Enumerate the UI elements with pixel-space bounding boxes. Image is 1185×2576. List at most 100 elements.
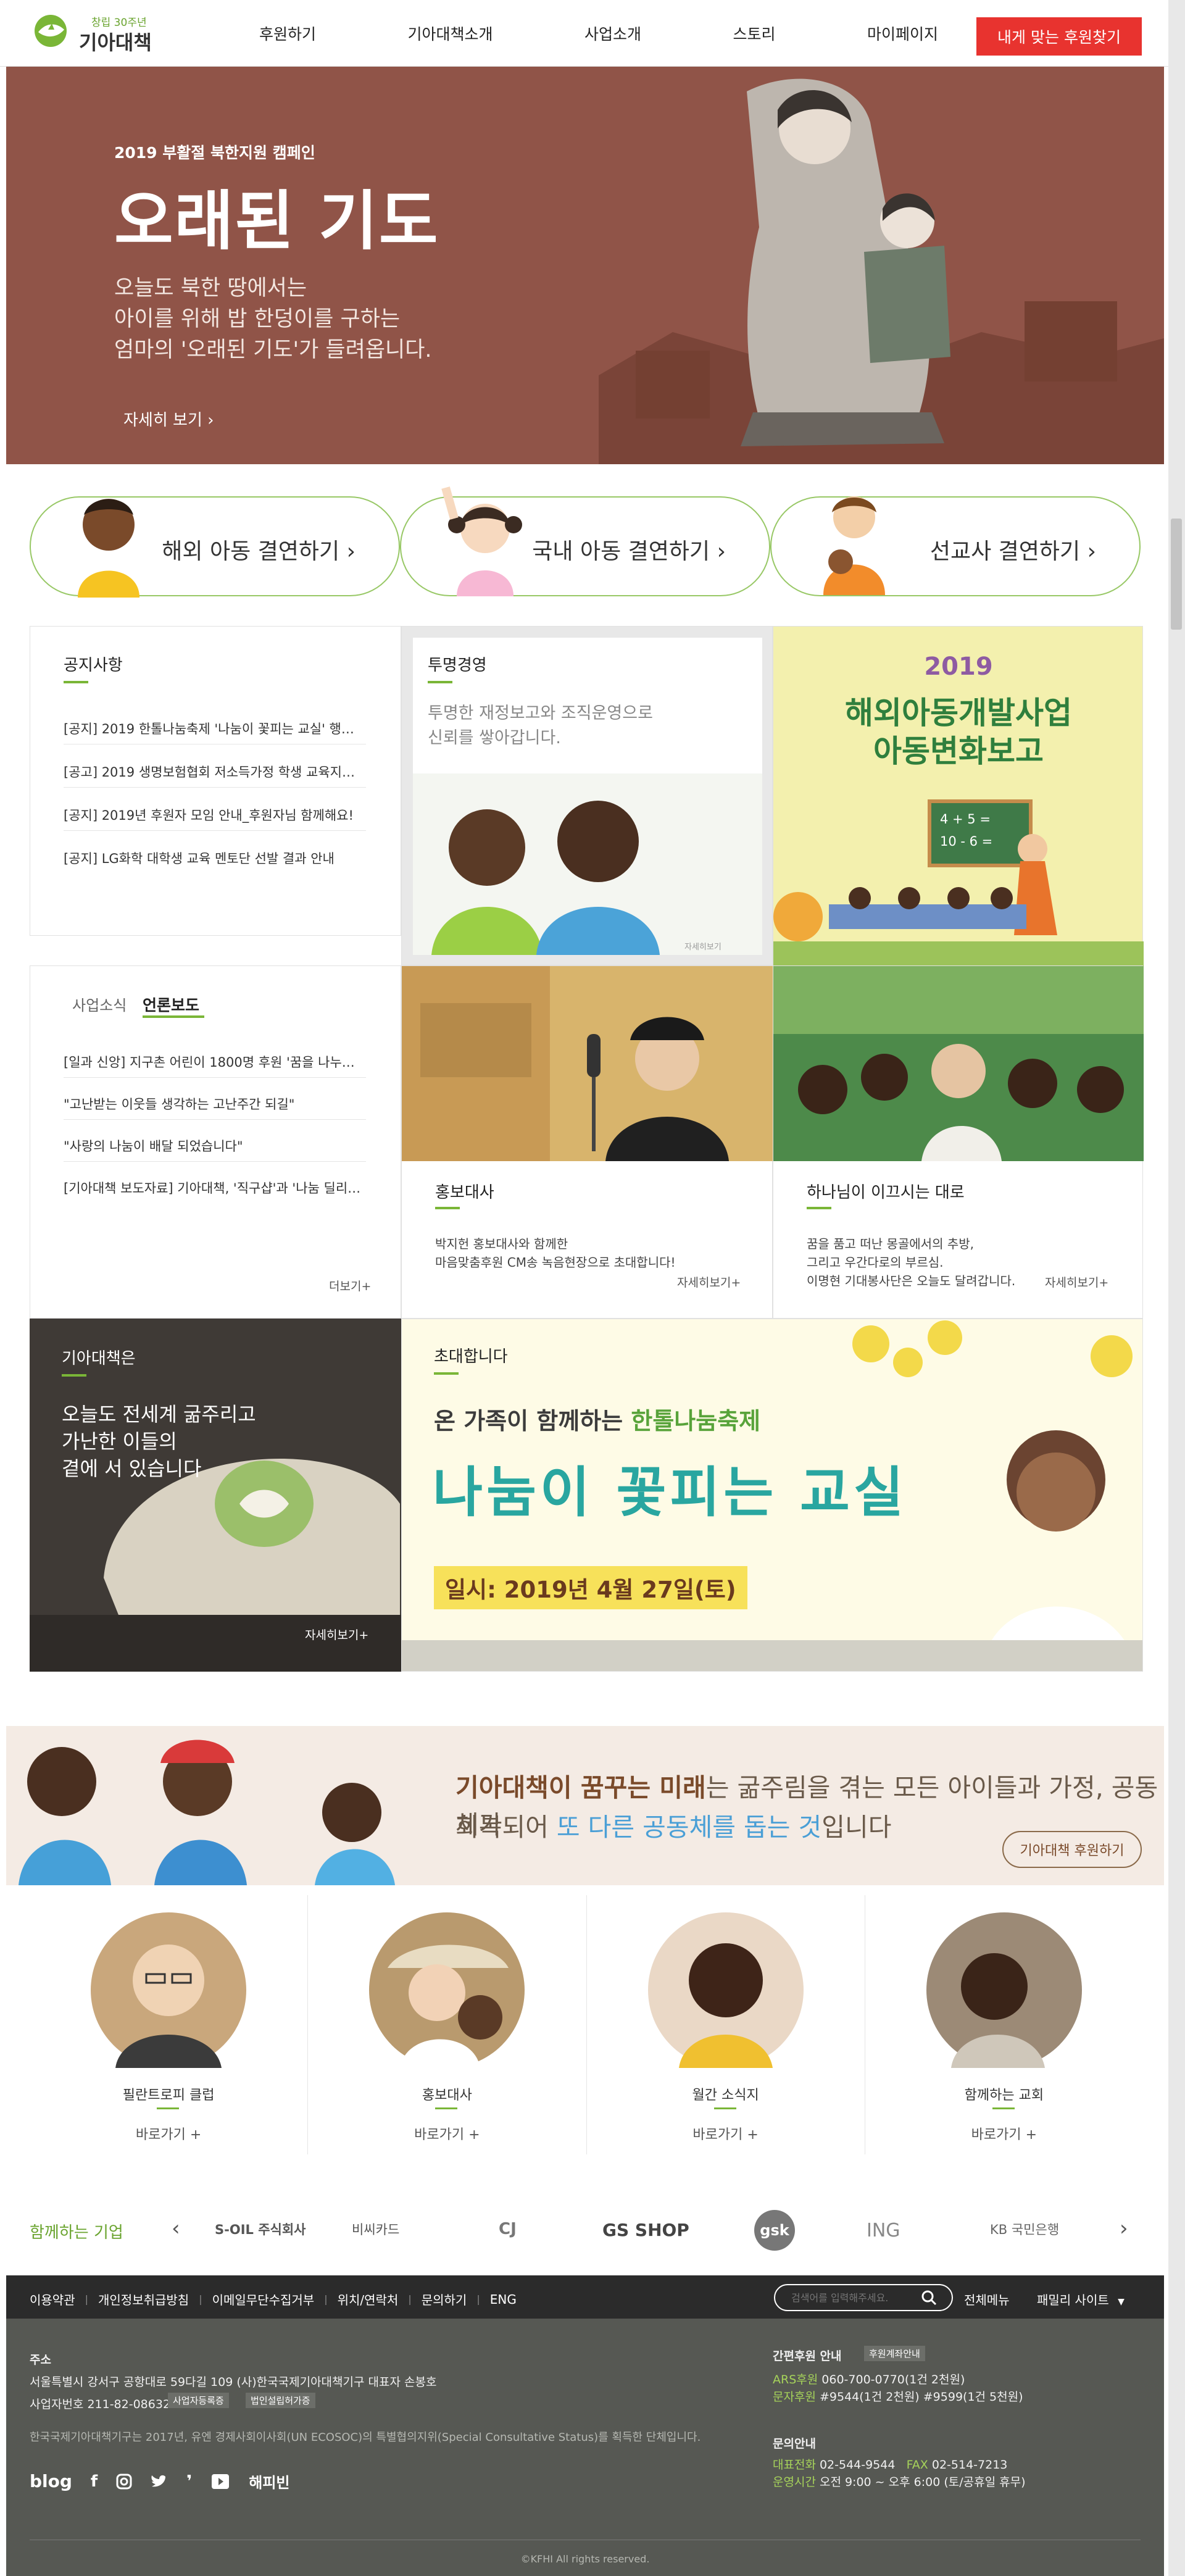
- quicklink-title: 필란트로피 클럽: [122, 2088, 215, 2103]
- partner-logo-gsk[interactable]: gsk: [754, 2210, 795, 2251]
- recording-studio-photo: [402, 966, 773, 1161]
- notice-item[interactable]: [공지] 2019 한톨나눔축제 '나눔이 꽃피는 교실' 행사 신...: [64, 719, 366, 738]
- notice-item[interactable]: [공고] 2019 생명보험협회 저소득가정 학생 교육지원사...: [64, 762, 366, 781]
- footer-link-email[interactable]: 이메일무단수집거부: [212, 2290, 315, 2308]
- pill-domestic[interactable]: 국내 아동 결연하기 ›: [400, 486, 770, 596]
- partner-logo-soil[interactable]: S-OIL 주식회사: [215, 2220, 306, 2238]
- quicklink-newsletter[interactable]: 월간 소식지 바로가기 +: [587, 1895, 865, 2154]
- youtube-icon[interactable]: [210, 2472, 230, 2491]
- quicklink-link[interactable]: 바로가기 +: [587, 2124, 865, 2143]
- transparency-card: 투명경영 투명한 재정보고와 조직운영으로 신뢰를 쌓아갑니다. 자세히보기: [413, 638, 762, 955]
- press-more-link[interactable]: 더보기+: [329, 1277, 371, 1294]
- ambassador-more-link[interactable]: 자세히보기+: [677, 1273, 741, 1290]
- corporation-permit-badge[interactable]: 법인설립허가증: [246, 2393, 315, 2408]
- press-item[interactable]: [일과 신앙] 지구촌 어린이 1800명 후원 '꿈을 나누는 기...: [64, 1052, 366, 1071]
- quicklink-link[interactable]: 바로가기 +: [308, 2124, 586, 2143]
- footer-link-contact[interactable]: 문의하기: [422, 2290, 467, 2308]
- search-icon[interactable]: [921, 2290, 937, 2306]
- partner-logo-bccard[interactable]: 비씨카드: [352, 2220, 399, 2238]
- tab-business-news[interactable]: 사업소식: [72, 993, 127, 1015]
- twitter-icon[interactable]: [151, 2474, 168, 2489]
- partner-logo-cj[interactable]: CJ: [499, 2220, 517, 2238]
- accent-bar: [62, 1374, 86, 1377]
- pill-overseas[interactable]: 해외 아동 결연하기 ›: [30, 496, 400, 598]
- press-item[interactable]: "고난받는 이웃들 생각하는 고난주간 되길": [64, 1094, 366, 1113]
- press-item[interactable]: "사랑의 나눔이 배달 되었습니다": [64, 1136, 366, 1155]
- press-item[interactable]: [기아대책 보도자료] 기아대책, '직구샵'과 '나눔 딜리버...: [64, 1178, 366, 1197]
- invite-subtitle: 온 가족이 함께하는 한톨나눔축제: [434, 1407, 761, 1435]
- partners-prev-button[interactable]: ‹: [172, 2216, 180, 2241]
- donate-button[interactable]: 기아대책 후원하기: [1002, 1831, 1142, 1868]
- about-panel[interactable]: 기아대책은 오늘도 전세계 굶주리고 가난한 이들의 곁에 서 있습니다 자세히…: [30, 1319, 401, 1672]
- footer-link-location[interactable]: 위치/연락처: [338, 2290, 399, 2308]
- all-menu-link[interactable]: 전체메뉴: [964, 2290, 1010, 2308]
- quicklink-ambassador[interactable]: 홍보대사 바로가기 +: [308, 1895, 587, 2154]
- children-photo: [413, 773, 762, 955]
- tab-press[interactable]: 언론보도: [143, 993, 199, 1015]
- business-license-badge[interactable]: 사업자등록증: [168, 2393, 229, 2408]
- donate-account-badge[interactable]: 후원계좌안내: [864, 2346, 925, 2361]
- footer-link-terms[interactable]: 이용약관: [30, 2290, 75, 2308]
- logo[interactable]: 창립 30주년 기아대책: [30, 11, 165, 54]
- footer-link-privacy[interactable]: 개인정보취급방침: [98, 2290, 189, 2308]
- quicklink-church[interactable]: 함께하는 교회 바로가기 +: [865, 1895, 1143, 2154]
- caret-down-icon: ▼: [1118, 2297, 1125, 2307]
- footer-link-eng[interactable]: ENG: [490, 2292, 517, 2307]
- partners-next-button[interactable]: ›: [1120, 2216, 1128, 2241]
- quicklink-philanthropy[interactable]: 필란트로피 클럽 바로가기 +: [30, 1895, 309, 2154]
- hero-more-label: 자세히 보기: [123, 411, 202, 430]
- about-desc-2: 가난한 이들의: [62, 1430, 177, 1453]
- partner-logo-gsshop[interactable]: GS SHOP: [602, 2220, 689, 2240]
- notice-item[interactable]: [공지] 2019년 후원자 모임 안내_후원자님 함께해요!: [64, 806, 366, 824]
- transparency-panel[interactable]: 투명경영 투명한 재정보고와 조직운영으로 신뢰를 쌓아갑니다. 자세히보기: [401, 626, 773, 965]
- pill-domestic-label: 국내 아동 결연하기 ›: [532, 539, 726, 564]
- logo-icon: [35, 15, 67, 47]
- find-donation-button[interactable]: 내게 맞는 후원찾기: [976, 17, 1142, 56]
- invite-title: 나눔이 꽃피는 교실: [433, 1461, 907, 1524]
- report-year: 2019: [924, 652, 993, 681]
- search-box[interactable]: [774, 2284, 953, 2311]
- notice-item[interactable]: [공지] LG화학 대학생 교육 멘토단 선발 결과 안내: [64, 849, 366, 867]
- facebook-icon[interactable]: f: [91, 2472, 98, 2491]
- address-text: 서울특별시 강서구 공항대로 59다길 109 (사)한국국제기아대책기구 대표…: [30, 2375, 437, 2389]
- ambassador-title: 홍보대사: [435, 1183, 494, 1202]
- chevron-right-icon: ›: [717, 539, 726, 564]
- hero-more-link[interactable]: 자세히 보기 ›: [123, 407, 214, 430]
- chevron-right-icon: ›: [1120, 2216, 1128, 2241]
- quicklink-row: 필란트로피 클럽 바로가기 + 홍보대사 바로가기 + 월간 소식지 바로가기 …: [30, 1895, 1143, 2154]
- copyright: ©KFHI All rights reserved.: [520, 2553, 650, 2565]
- scrollbar[interactable]: [1168, 0, 1185, 2576]
- nav-business[interactable]: 사업소개: [584, 22, 641, 47]
- happybean-link[interactable]: 해피빈: [249, 2470, 289, 2492]
- led-story-more-link[interactable]: 자세히보기+: [1045, 1273, 1108, 1290]
- nav-story[interactable]: 스토리: [733, 22, 775, 47]
- footer-bar: 이용약관 | 개인정보취급방침 | 이메일무단수집거부 | 위치/연락처 | 문의하기 |…: [6, 2275, 1164, 2319]
- hero-banner[interactable]: 2019 부활절 북한지원 캠페인 오래된 기도 오늘도 북한 땅에서는 아이를…: [6, 67, 1164, 464]
- press-panel: 사업소식 언론보도 [일과 신앙] 지구촌 어린이 1800명 후원 '꿈을 나…: [30, 965, 401, 1319]
- nav-mypage[interactable]: 마이페이지: [867, 22, 938, 47]
- accent-bar: [157, 2107, 179, 2109]
- about-more-link[interactable]: 자세히보기+: [305, 1626, 368, 1643]
- invite-panel[interactable]: 초대합니다 온 가족이 함께하는 한톨나눔축제 나눔이 꽃피는 교실 일시: 2…: [401, 1319, 1143, 1672]
- instagram-icon[interactable]: [116, 2474, 132, 2490]
- ambassador-panel[interactable]: 홍보대사 박지헌 홍보대사와 함께한 마음맞춤후원 CM송 녹음현장으로 초대합…: [401, 965, 773, 1319]
- pill-missionary[interactable]: 선교사 결연하기 ›: [770, 496, 1141, 596]
- report-panel[interactable]: 2019 해외아동개발사업 아동변화보고 4 + 5 = 10 - 6 =: [773, 626, 1144, 966]
- partner-logo-ing[interactable]: ING: [867, 2220, 900, 2241]
- nav-donate[interactable]: 후원하기: [259, 22, 316, 47]
- family-site-select[interactable]: 패밀리 사이트 ▼: [1037, 2290, 1125, 2308]
- blog-icon[interactable]: blog: [30, 2471, 72, 2491]
- quicklink-link[interactable]: 바로가기 +: [865, 2124, 1143, 2143]
- tel-line: 대표전화 02-544-9544 FAX 02-514-7213: [773, 2458, 1008, 2472]
- story-icon[interactable]: ❜: [186, 2472, 192, 2491]
- accent-bar: [435, 2107, 458, 2109]
- search-input[interactable]: [791, 2291, 921, 2304]
- vision-banner: 기아대책이 꿈꾸는 미래는 굶주림을 겪는 모든 아이들과 가정, 공동체가 회…: [6, 1726, 1164, 1885]
- nav-about[interactable]: 기아대책소개: [407, 22, 493, 47]
- led-story-panel[interactable]: 하나님이 이끄시는 대로 꿈을 품고 떠난 몽골에서의 추방, 그리고 우간다로…: [773, 965, 1144, 1319]
- quicklink-link[interactable]: 바로가기 +: [30, 2124, 307, 2143]
- scrollbar-thumb[interactable]: [1171, 519, 1182, 630]
- address-title: 주소: [30, 2353, 51, 2367]
- partner-logo-kb[interactable]: KB 국민은행: [990, 2220, 1059, 2238]
- notice-panel: 공지사항 [공지] 2019 한톨나눔축제 '나눔이 꽃피는 교실' 행사 신.…: [30, 626, 401, 936]
